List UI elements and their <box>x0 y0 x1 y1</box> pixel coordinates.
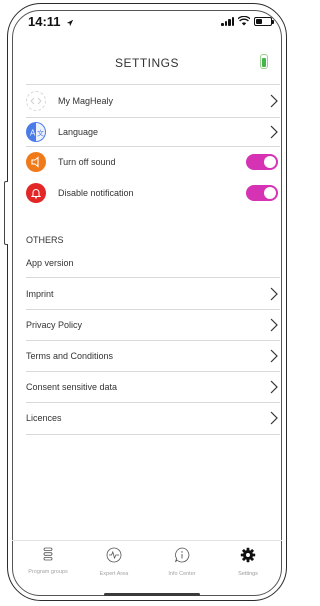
tab-bar: Program groups Expert Area Info Center S… <box>12 540 282 581</box>
settings-item-my-maghealy[interactable]: My MagHealy <box>26 89 280 113</box>
others-item-privacy-policy[interactable]: Privacy Policy <box>26 314 280 336</box>
settings-item-label: My MagHealy <box>58 96 114 106</box>
others-item-imprint[interactable]: Imprint <box>26 283 280 305</box>
header: SETTINGS <box>12 54 282 74</box>
tab-label: Settings <box>238 571 258 577</box>
app-version-label: App version <box>26 258 74 268</box>
signal-icon <box>221 17 234 26</box>
settings-item-label: Turn off sound <box>58 157 116 167</box>
battery-icon <box>254 17 274 26</box>
location-arrow-icon <box>66 19 74 26</box>
gear-icon <box>240 547 256 563</box>
divider <box>26 434 280 435</box>
tab-program-groups[interactable]: Program groups <box>16 547 80 575</box>
chevron-right-icon <box>270 318 278 332</box>
others-item-label: Terms and Conditions <box>26 351 114 361</box>
section-title-others: OTHERS <box>26 235 64 245</box>
divider <box>26 371 280 372</box>
settings-item-language[interactable]: A文 Language <box>26 120 280 144</box>
others-item-consent[interactable]: Consent sensitive data <box>26 376 280 398</box>
bell-icon <box>26 183 46 203</box>
others-item-terms[interactable]: Terms and Conditions <box>26 345 280 367</box>
device-battery-icon[interactable] <box>260 54 268 69</box>
tab-label: Program groups <box>28 569 68 575</box>
tab-label: Expert Area <box>99 571 129 577</box>
chevron-right-icon <box>270 411 278 425</box>
tab-info-center[interactable]: Info Center <box>150 547 214 577</box>
tab-settings[interactable]: Settings <box>216 547 280 577</box>
sound-toggle[interactable] <box>246 154 278 170</box>
status-time: 14:11 <box>28 14 74 29</box>
settings-item-disable-notification: Disable notification <box>26 181 280 205</box>
notification-toggle[interactable] <box>246 185 278 201</box>
others-item-label: Licences <box>26 413 62 423</box>
divider <box>26 84 280 85</box>
others-item-label: Consent sensitive data <box>26 382 118 392</box>
maghealy-icon <box>26 91 46 111</box>
tab-label: Info Center <box>168 571 196 577</box>
divider <box>26 402 280 403</box>
chevron-right-icon <box>270 94 278 108</box>
wifi-icon <box>238 16 250 26</box>
home-indicator[interactable] <box>104 593 200 596</box>
chevron-right-icon <box>270 380 278 394</box>
others-item-label: Privacy Policy <box>26 320 83 330</box>
chevron-right-icon <box>270 349 278 363</box>
pulse-icon <box>106 547 122 563</box>
svg-text:A: A <box>30 129 36 138</box>
others-item-licences[interactable]: Licences <box>26 407 280 429</box>
settings-item-turn-off-sound: Turn off sound <box>26 150 280 174</box>
settings-item-label: Disable notification <box>58 188 134 198</box>
list-icon <box>43 547 53 561</box>
speaker-icon <box>26 152 46 172</box>
side-button <box>4 181 8 245</box>
divider <box>26 340 280 341</box>
time-text: 14:11 <box>28 14 61 29</box>
language-icon: A文 <box>26 122 46 142</box>
divider <box>26 146 280 147</box>
page-title: SETTINGS <box>114 56 179 70</box>
chevron-right-icon <box>270 125 278 139</box>
svg-text:文: 文 <box>37 129 44 138</box>
divider <box>26 309 280 310</box>
divider <box>26 117 280 118</box>
others-item-label: Imprint <box>26 289 54 299</box>
settings-item-label: Language <box>58 127 99 137</box>
tab-expert-area[interactable]: Expert Area <box>82 547 146 577</box>
divider <box>26 277 280 278</box>
info-icon <box>175 547 190 563</box>
chevron-right-icon <box>270 287 278 301</box>
status-bar: 14:11 <box>28 14 274 30</box>
